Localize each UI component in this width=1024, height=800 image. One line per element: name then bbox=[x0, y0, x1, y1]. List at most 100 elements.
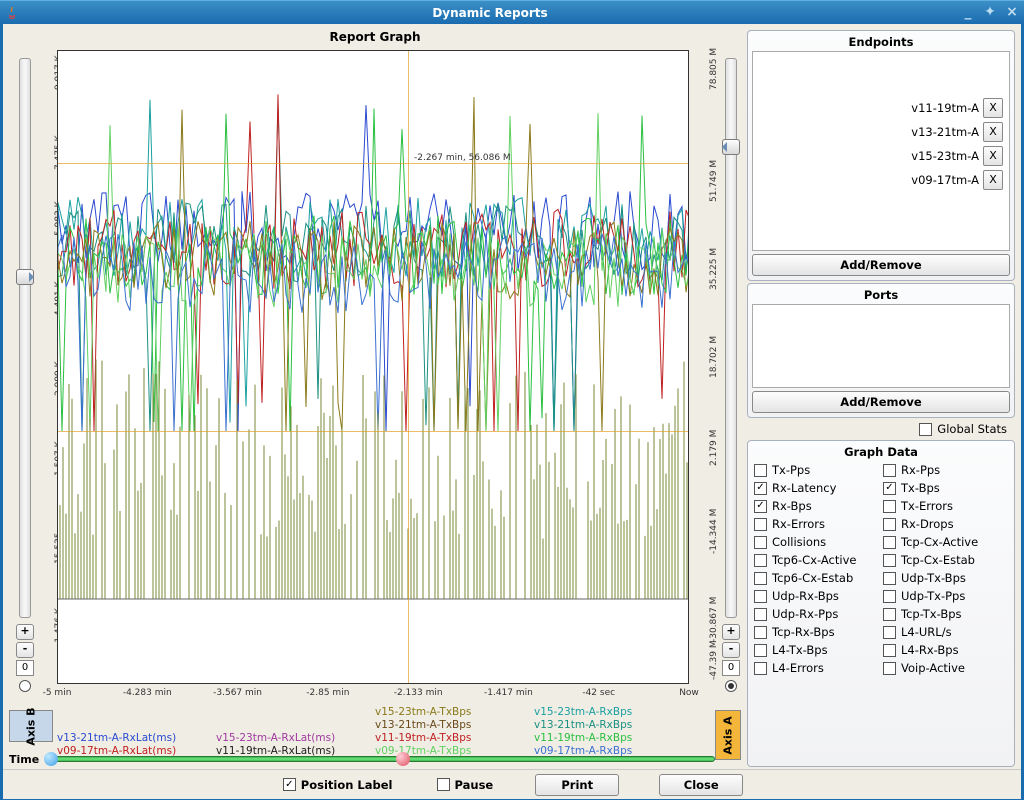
graph-data-label: Tx-Pps bbox=[772, 463, 810, 477]
graph-data-label: Tcp-Cx-Active bbox=[901, 535, 978, 549]
graph-data-checkbox[interactable] bbox=[883, 662, 896, 675]
graph-data-checkbox[interactable] bbox=[754, 464, 767, 477]
graph-data-checkbox[interactable] bbox=[754, 590, 767, 603]
graph-data-item: L4-Tx-Bps bbox=[752, 641, 881, 659]
graph-data-checkbox[interactable] bbox=[754, 518, 767, 531]
graph-data-item: Tcp-Rx-Bps bbox=[752, 623, 881, 641]
graph-data-checkbox[interactable] bbox=[883, 536, 896, 549]
spin-up-button[interactable]: + bbox=[16, 624, 34, 640]
spin-value[interactable]: 0 bbox=[16, 660, 34, 676]
graph-data-item: Udp-Rx-Bps bbox=[752, 587, 881, 605]
endpoint-remove-button[interactable]: X bbox=[983, 122, 1003, 142]
spin-down-button[interactable]: - bbox=[16, 642, 34, 658]
endpoint-row: v13-21tm-A X bbox=[753, 120, 1009, 144]
graph-data-label: Tcp-Rx-Bps bbox=[772, 625, 835, 639]
pause-checkbox[interactable] bbox=[437, 778, 450, 791]
spin-up-button[interactable]: + bbox=[722, 624, 740, 640]
endpoints-add-remove-button[interactable]: Add/Remove bbox=[752, 254, 1010, 276]
axis-a-range-slider[interactable] bbox=[725, 58, 737, 618]
graph-data-label: Voip-Active bbox=[901, 661, 965, 675]
chart-canvas[interactable]: -2.267 min, 56.086 M bbox=[57, 50, 689, 684]
endpoint-row: v15-23tm-A X bbox=[753, 144, 1009, 168]
graph-data-checkbox[interactable] bbox=[883, 554, 896, 567]
time-knob-cursor[interactable] bbox=[396, 752, 410, 766]
graph-data-label: Rx-Errors bbox=[772, 517, 825, 531]
graph-pane: Report Graph 9.917 K7.475 K5.983 K4.491 … bbox=[3, 24, 747, 769]
slider-thumb[interactable] bbox=[16, 269, 34, 285]
graph-data-label: Rx-Drops bbox=[901, 517, 954, 531]
graph-data-checkbox[interactable] bbox=[754, 662, 767, 675]
graph-data-checkbox[interactable] bbox=[883, 608, 896, 621]
graph-data-label: Rx-Bps bbox=[772, 499, 812, 513]
graph-data-checkbox[interactable] bbox=[883, 626, 896, 639]
time-knob-start[interactable] bbox=[44, 752, 58, 766]
global-stats-label: Global Stats bbox=[937, 422, 1007, 436]
endpoint-label: v15-23tm-A bbox=[911, 149, 979, 163]
graph-data-item: Tx-Errors bbox=[881, 497, 1010, 515]
graph-data-item: Tcp6-Cx-Active bbox=[752, 551, 881, 569]
graph-data-item: Tx-Bps bbox=[881, 479, 1010, 497]
axis-b-range-slider[interactable] bbox=[19, 58, 31, 618]
graph-data-checkbox[interactable] bbox=[883, 500, 896, 513]
spin-value[interactable]: 0 bbox=[722, 660, 740, 676]
legend-item: v11-19tm-A-RxBps bbox=[534, 732, 689, 745]
graph-data-checkbox[interactable] bbox=[883, 464, 896, 477]
maximize-button[interactable]: ✦ bbox=[982, 5, 998, 21]
graph-data-label: Tx-Bps bbox=[901, 481, 940, 495]
endpoint-remove-button[interactable]: X bbox=[983, 170, 1003, 190]
graph-data-label: L4-Rx-Bps bbox=[901, 643, 959, 657]
graph-data-checkbox[interactable] bbox=[754, 554, 767, 567]
graph-data-checkbox[interactable] bbox=[754, 482, 767, 495]
spin-down-button[interactable]: - bbox=[722, 642, 740, 658]
global-stats-checkbox[interactable] bbox=[919, 423, 932, 436]
position-label-checkbox[interactable] bbox=[283, 778, 296, 791]
axis-b-label[interactable]: Axis B bbox=[9, 710, 53, 742]
graph-data-label: Tcp-Cx-Estab bbox=[901, 553, 975, 567]
minimize-button[interactable]: _ bbox=[960, 5, 976, 21]
endpoint-label: v09-17tm-A bbox=[911, 173, 979, 187]
graph-data-item: Tcp-Cx-Estab bbox=[881, 551, 1010, 569]
graph-data-checkbox[interactable] bbox=[754, 536, 767, 549]
axis-b-radio[interactable] bbox=[19, 680, 31, 692]
graph-data-label: Udp-Rx-Bps bbox=[772, 589, 839, 603]
legend-item bbox=[216, 719, 371, 732]
graph-data-item: Tcp6-Cx-Estab bbox=[752, 569, 881, 587]
ports-add-remove-button[interactable]: Add/Remove bbox=[752, 391, 1010, 413]
graph-data-checkbox[interactable] bbox=[754, 572, 767, 585]
graph-data-checkbox[interactable] bbox=[754, 626, 767, 639]
close-window-button[interactable]: × bbox=[1004, 5, 1020, 21]
graph-data-label: Collisions bbox=[772, 535, 826, 549]
axis-a-spinner: + - 0 bbox=[721, 624, 741, 692]
graph-data-checkbox[interactable] bbox=[754, 500, 767, 513]
legend-item: v13-21tm-A-RxBps bbox=[534, 719, 689, 732]
bottom-bar: Position Label Pause Print Close bbox=[3, 769, 1021, 799]
graph-data-checkbox[interactable] bbox=[754, 644, 767, 657]
graph-data-checkbox[interactable] bbox=[883, 482, 896, 495]
time-slider[interactable] bbox=[45, 756, 715, 762]
graph-data-item: Tcp-Cx-Active bbox=[881, 533, 1010, 551]
axis-a-label[interactable]: Axis A bbox=[715, 710, 741, 760]
graph-data-label: Tcp-Tx-Bps bbox=[901, 607, 962, 621]
close-button[interactable]: Close bbox=[659, 774, 743, 796]
graph-data-checkbox[interactable] bbox=[883, 572, 896, 585]
graph-data-item: Udp-Tx-Bps bbox=[881, 569, 1010, 587]
graph-data-checkbox[interactable] bbox=[883, 518, 896, 531]
graph-data-checkbox[interactable] bbox=[883, 644, 896, 657]
graph-data-label: Udp-Tx-Bps bbox=[901, 571, 966, 585]
print-button[interactable]: Print bbox=[535, 774, 619, 796]
endpoint-remove-button[interactable]: X bbox=[983, 146, 1003, 166]
graph-data-label: Udp-Rx-Pps bbox=[772, 607, 838, 621]
axis-a-radio[interactable] bbox=[725, 680, 737, 692]
slider-thumb[interactable] bbox=[722, 139, 740, 155]
graph-data-checkbox[interactable] bbox=[883, 590, 896, 603]
y-left-ticks: 9.917 K7.475 K5.983 K4.491 K2.999 K1.507… bbox=[40, 50, 56, 684]
graph-data-item: Voip-Active bbox=[881, 659, 1010, 677]
global-stats-row: Global Stats bbox=[747, 420, 1015, 438]
endpoint-remove-button[interactable]: X bbox=[983, 98, 1003, 118]
crosshair-v bbox=[408, 51, 409, 683]
endpoint-label: v13-21tm-A bbox=[911, 125, 979, 139]
legend-item: v11-19tm-A-TxBps bbox=[375, 732, 530, 745]
graph-data-checkbox[interactable] bbox=[754, 608, 767, 621]
graph-data-label: Rx-Pps bbox=[901, 463, 940, 477]
graph-data-label: Tcp6-Cx-Estab bbox=[772, 571, 853, 585]
